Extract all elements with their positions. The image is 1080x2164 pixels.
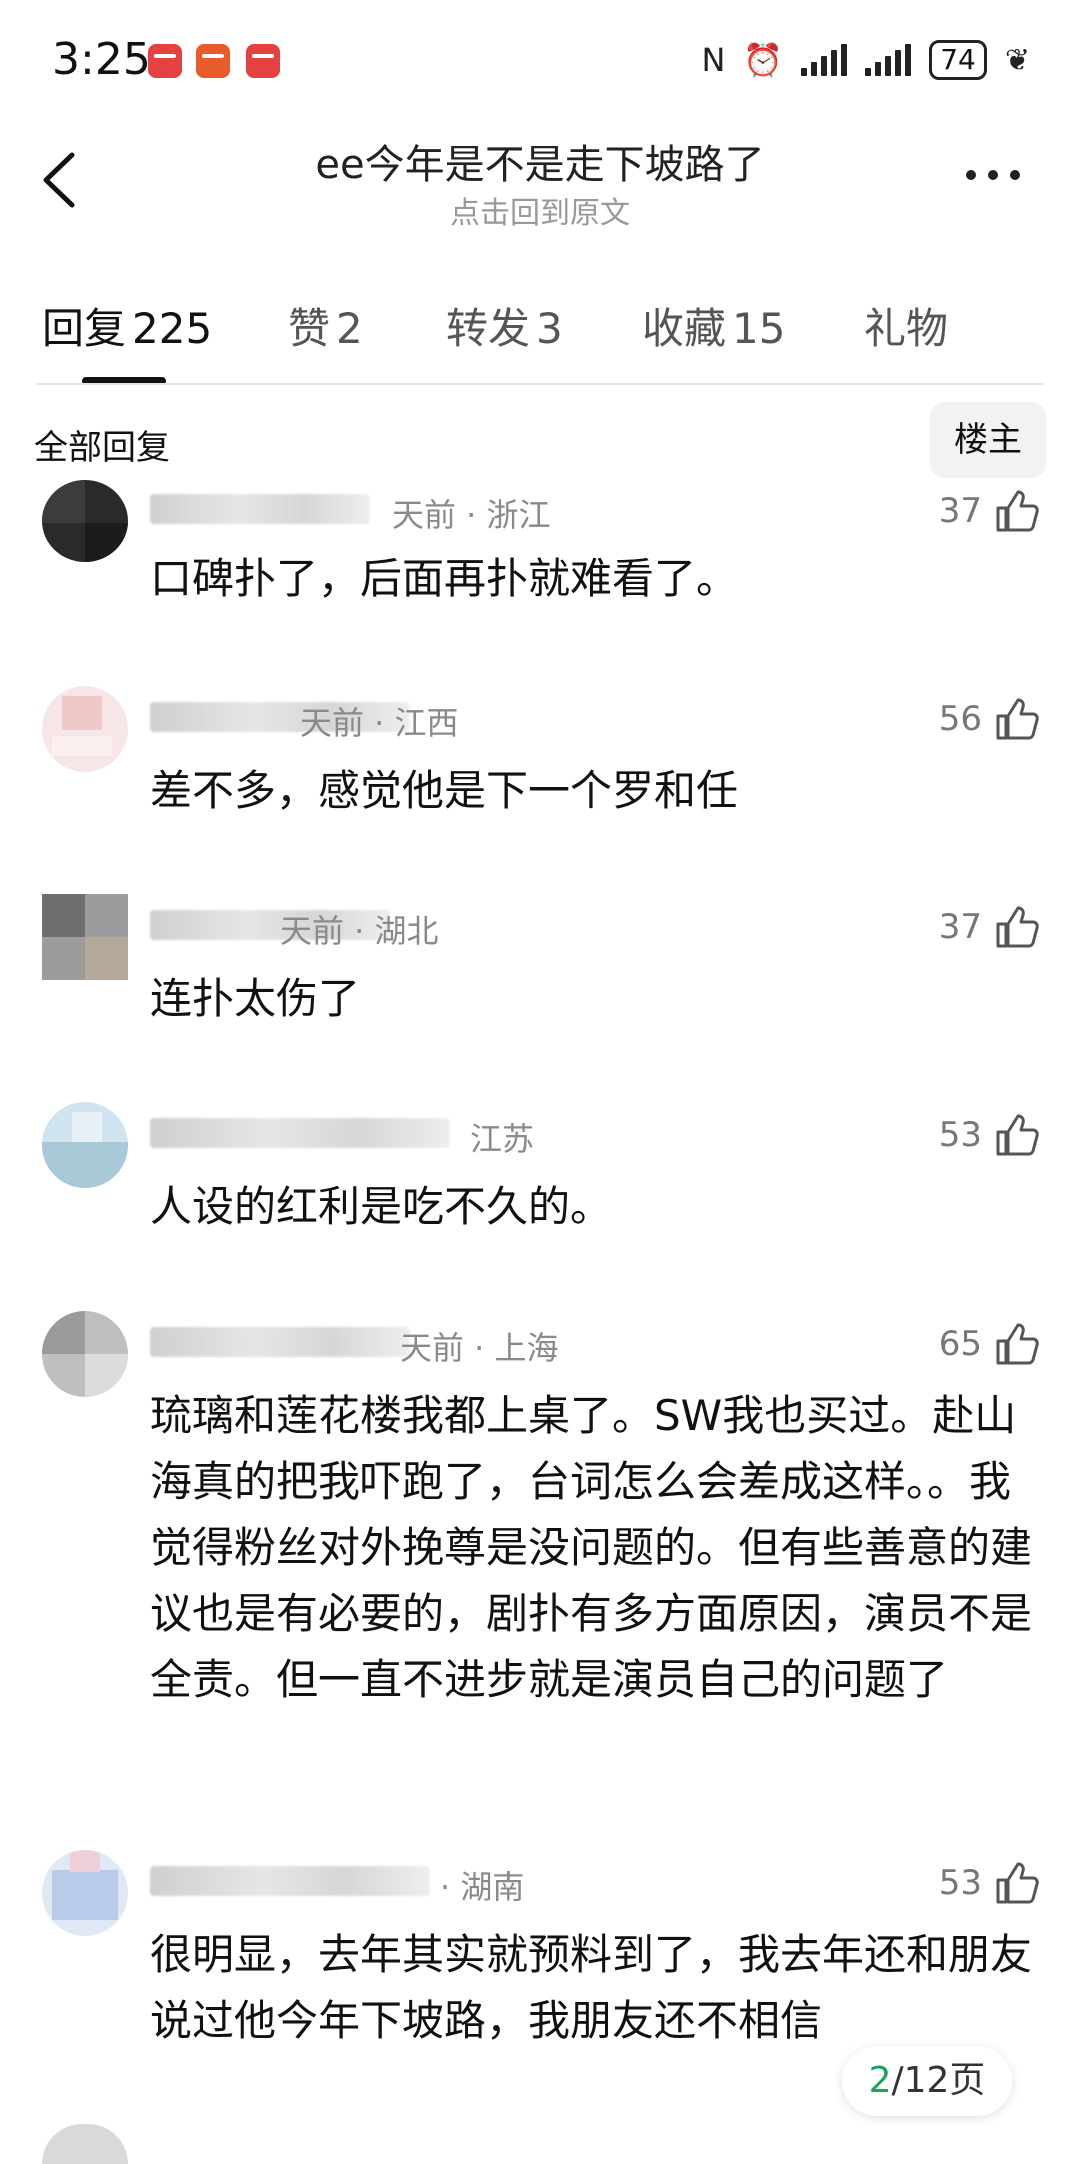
dot-icon <box>1010 170 1020 180</box>
like-count: 53 <box>938 1863 982 1903</box>
tab-count: 2 <box>336 304 363 353</box>
comment-item: 天前 · 湖北 37 连扑太伤了 <box>0 888 1080 1023</box>
comment-meta: 天前 · 江西 <box>300 704 459 742</box>
huawei-app-icon <box>196 44 230 78</box>
tab-count: 15 <box>732 304 786 353</box>
comment-meta: · 湖南 <box>440 1868 525 1906</box>
thumbs-up-icon <box>996 698 1039 740</box>
comment-text: 连扑太伤了 <box>150 974 361 1023</box>
thumbs-up-icon <box>996 1862 1039 1904</box>
signal-icon <box>865 44 912 76</box>
page-title[interactable]: ee今年是不是走下坡路了 <box>0 132 1080 190</box>
more-options-button[interactable] <box>958 150 1028 200</box>
like-button[interactable]: 53 <box>939 1860 1040 1906</box>
like-button[interactable]: 37 <box>939 488 1040 534</box>
alarm-icon: ⏰ <box>743 41 784 79</box>
comment-text: 人设的红利是吃不久的。 <box>150 1182 613 1231</box>
like-button[interactable]: 65 <box>939 1321 1040 1367</box>
thumbs-up-icon <box>996 906 1039 948</box>
section-title: 全部回复 <box>34 428 170 468</box>
avatar[interactable] <box>42 1102 128 1188</box>
page-indicator[interactable]: 2/12页 <box>842 2046 1012 2116</box>
comment-text: 差不多，感觉他是下一个罗和任 <box>150 766 739 815</box>
tab-favorites[interactable]: 收藏 15 <box>642 295 785 356</box>
comment-item: 天前 · 浙江 37 口碑扑了，后面再扑就难看了。 <box>0 480 1080 610</box>
total-pages: /12页 <box>891 2060 986 2101</box>
status-time: 3:25 <box>52 34 151 85</box>
battery-indicator: 74 <box>929 40 987 80</box>
username[interactable] <box>150 1866 430 1896</box>
comment-text: 琉璃和莲花楼我都上桌了。SW我也买过。赴山海真的把我吓跑了，台词怎么会差成这样。… <box>150 1391 1033 1704</box>
tab-replies[interactable]: 回复 225 <box>42 295 212 356</box>
like-count: 37 <box>938 907 982 947</box>
avatar[interactable] <box>42 1850 128 1936</box>
like-button[interactable]: 37 <box>939 904 1040 950</box>
avatar[interactable] <box>42 480 128 562</box>
like-count: 53 <box>938 1115 982 1155</box>
comment-item: 天前 · 江西 56 差不多，感觉他是下一个罗和任 <box>0 680 1080 815</box>
tab-label: 转发 <box>446 304 531 353</box>
owner-filter-button[interactable]: 楼主 <box>930 402 1046 478</box>
comment-meta: 天前 · 湖北 <box>280 912 439 950</box>
comment-meta: 江苏 <box>470 1120 535 1158</box>
leaf-icon: ❦ <box>1004 42 1030 78</box>
like-count: 65 <box>938 1324 982 1364</box>
thumbs-up-icon <box>996 1114 1039 1156</box>
tab-label: 礼物 <box>864 304 949 353</box>
like-button[interactable]: 53 <box>939 1112 1040 1158</box>
comment-text: 很明显，去年其实就预料到了，我去年还和朋友说过他今年下坡路，我朋友还不相信 <box>150 1930 1033 2045</box>
like-count: 56 <box>938 699 982 739</box>
tab-bar: 回复 225 赞2 转发 3 收藏 15 礼物 <box>0 295 1080 385</box>
tab-label: 回复 <box>42 304 127 353</box>
like-button[interactable]: 56 <box>939 696 1040 742</box>
avatar[interactable] <box>42 894 128 980</box>
like-count: 37 <box>938 491 982 531</box>
thumbs-up-icon <box>996 1323 1039 1365</box>
dot-icon <box>966 170 976 180</box>
tab-label: 赞 <box>288 304 331 353</box>
comment-item: 天前 · 上海 65 琉璃和莲花楼我都上桌了。SW我也买过。赴山海真的把我吓跑了… <box>0 1305 1080 1785</box>
signal-icon <box>801 44 848 76</box>
username[interactable] <box>150 1327 410 1357</box>
avatar[interactable] <box>42 1311 128 1397</box>
tab-count: 225 <box>132 304 213 353</box>
avatar[interactable] <box>42 686 128 772</box>
tab-divider <box>36 383 1044 385</box>
dot-icon <box>988 170 998 180</box>
back-to-original-link[interactable]: 点击回到原文 <box>0 188 1080 232</box>
comment-item: · 湖南 53 很明显，去年其实就预料到了，我去年还和朋友说过他今年下坡路，我朋… <box>0 1844 1080 2045</box>
status-indicators: N ⏰ 74 ❦ <box>701 40 1030 80</box>
status-bar: 3:25 N ⏰ 74 ❦ <box>0 0 1080 120</box>
comment-item: 江苏 53 人设的红利是吃不久的。 <box>0 1096 1080 1231</box>
nfc-icon: N <box>701 41 726 79</box>
thumbs-up-icon <box>996 490 1039 532</box>
avatar <box>42 2124 128 2164</box>
tab-likes[interactable]: 赞2 <box>288 295 363 356</box>
tab-gifts[interactable]: 礼物 <box>864 295 948 356</box>
comment-meta: 天前 · 浙江 <box>392 496 551 534</box>
tab-reposts[interactable]: 转发 3 <box>446 295 563 356</box>
username[interactable] <box>150 494 370 524</box>
current-page: 2 <box>868 2060 892 2101</box>
huawei-app-icon <box>246 44 280 78</box>
comment-meta: 天前 · 上海 <box>400 1329 559 1367</box>
huawei-app-icon <box>148 44 182 78</box>
comment-text: 口碑扑了，后面再扑就难看了。 <box>150 554 739 603</box>
tab-label: 收藏 <box>642 304 727 353</box>
tab-count: 3 <box>536 304 563 353</box>
username[interactable] <box>150 1118 450 1148</box>
